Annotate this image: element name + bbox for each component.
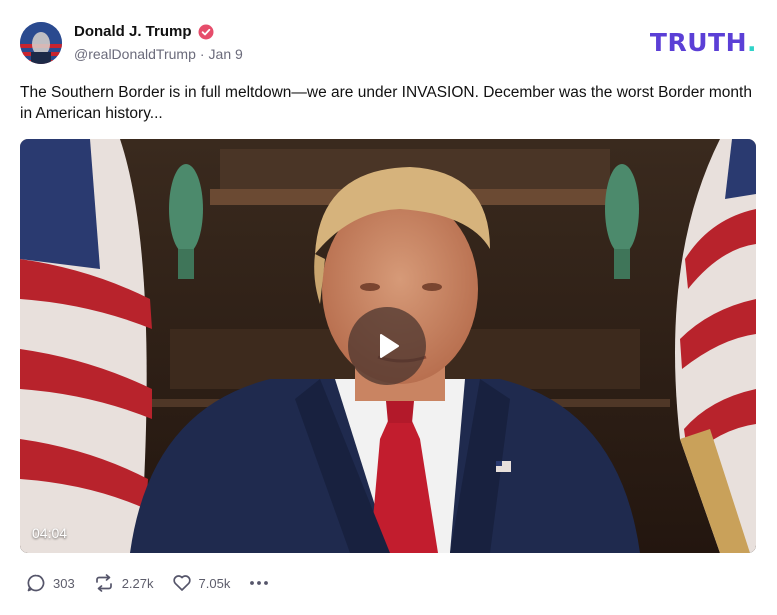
verified-badge-icon: [198, 24, 214, 40]
heart-icon: [172, 575, 191, 591]
play-button[interactable]: [348, 307, 426, 385]
more-horizontal-icon: [250, 581, 269, 585]
post-date[interactable]: Jan 9: [209, 46, 243, 62]
handle-row: @realDonaldTrump · Jan 9: [74, 46, 243, 62]
retruth-button[interactable]: 2.27k: [93, 573, 154, 593]
reply-button[interactable]: 303: [26, 573, 75, 593]
play-icon: [380, 334, 399, 358]
video-player[interactable]: 04:04: [20, 139, 756, 553]
more-button[interactable]: [248, 573, 270, 593]
retruth-icon: [95, 574, 112, 592]
retruth-count: 2.27k: [121, 575, 154, 591]
avatar[interactable]: [20, 22, 62, 64]
handle[interactable]: @realDonaldTrump: [74, 46, 196, 62]
truth-post: Donald J. Trump @realDonaldTrump · Jan 9…: [0, 0, 777, 615]
action-bar: 303 2.27k 7.05k: [26, 573, 270, 593]
post-text: The Southern Border is in full meltdown—…: [20, 84, 752, 122]
video-duration: 04:04: [32, 525, 68, 541]
post-header: Donald J. Trump @realDonaldTrump · Jan 9…: [20, 20, 757, 66]
like-count: 7.05k: [198, 575, 231, 591]
display-name[interactable]: Donald J. Trump: [74, 23, 192, 40]
truth-logo[interactable]: TRUTH.: [650, 28, 757, 57]
like-button[interactable]: 7.05k: [172, 573, 231, 593]
separator: ·: [199, 46, 205, 62]
name-row: Donald J. Trump: [74, 23, 214, 40]
logo-dot: .: [747, 28, 757, 57]
reply-icon: [27, 574, 45, 592]
logo-text: TRUTH: [649, 28, 747, 57]
reply-count: 303: [53, 575, 75, 591]
